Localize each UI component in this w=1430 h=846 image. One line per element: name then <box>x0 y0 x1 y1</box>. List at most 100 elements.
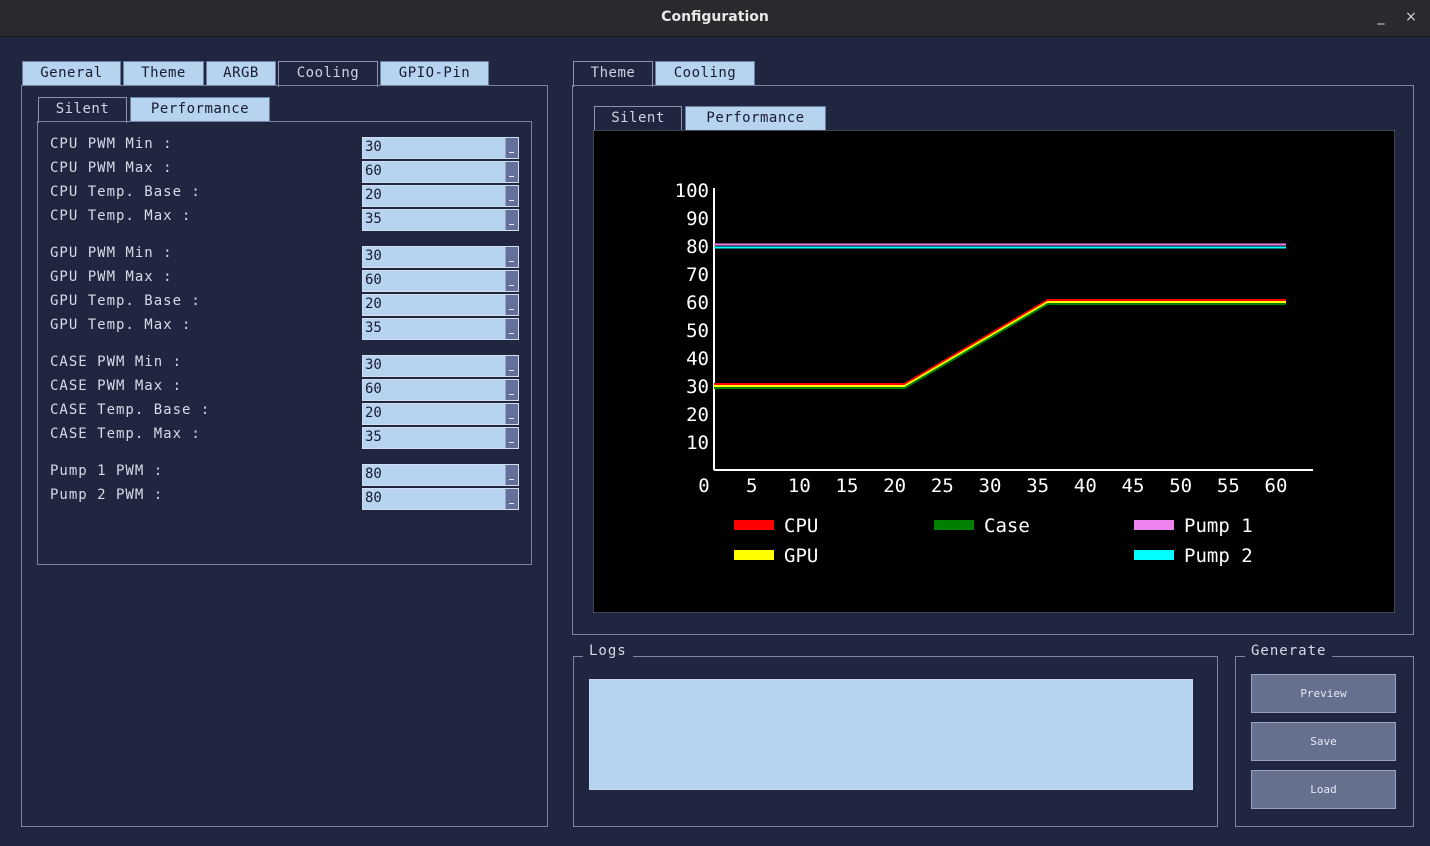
setting-value[interactable]: 60 <box>365 272 382 288</box>
legend-swatch-cpu <box>734 520 774 530</box>
logs-title: Logs <box>583 643 633 659</box>
preview-button[interactable]: Preview <box>1251 674 1396 713</box>
window-title: Configuration <box>661 9 769 25</box>
setting-label: Pump 2 PWM : <box>50 487 164 503</box>
x-tick-label: 5 <box>746 475 757 497</box>
setting-value[interactable]: 20 <box>365 405 382 421</box>
setting-label: GPU PWM Max : <box>50 269 173 285</box>
subtab-performance[interactable]: Performance <box>130 97 270 121</box>
tab-theme-preview[interactable]: Theme <box>573 61 653 87</box>
setting-value[interactable]: 80 <box>365 490 382 506</box>
y-tick-label: 60 <box>686 292 709 314</box>
gpu-pwm-max-spinbox[interactable]: 60 <box>362 270 519 292</box>
logs-textarea[interactable] <box>589 679 1193 790</box>
setting-value[interactable]: 30 <box>365 139 382 155</box>
y-tick-label: 40 <box>686 348 709 370</box>
chevron-down-icon[interactable] <box>505 404 518 424</box>
y-tick-label: 50 <box>686 320 709 342</box>
x-tick-label: 40 <box>1074 475 1097 497</box>
case-pwm-min-spinbox[interactable]: 30 <box>362 355 519 377</box>
tab-gpio-pin[interactable]: GPIO-Pin <box>380 61 489 85</box>
chevron-down-icon[interactable] <box>505 271 518 291</box>
chevron-down-icon[interactable] <box>505 428 518 448</box>
legend-swatch-pump-1 <box>1134 520 1174 530</box>
gpu-temp-base-spinbox[interactable]: 20 <box>362 294 519 316</box>
tab-argb[interactable]: ARGB <box>206 61 276 85</box>
setting-value[interactable]: 35 <box>365 429 382 445</box>
chevron-down-icon[interactable] <box>505 295 518 315</box>
legend-label-gpu: GPU <box>784 545 818 567</box>
subtab-silent[interactable]: Silent <box>38 97 127 123</box>
setting-label: Pump 1 PWM : <box>50 463 164 479</box>
chevron-down-icon[interactable] <box>505 162 518 182</box>
y-tick-label: 20 <box>686 404 709 426</box>
setting-label: CPU PWM Max : <box>50 160 173 176</box>
case-temp-max-spinbox[interactable]: 35 <box>362 427 519 449</box>
subtab-silent-preview[interactable]: Silent <box>594 106 682 132</box>
title-bar: Configuration _ × <box>0 0 1430 37</box>
minimize-icon[interactable]: _ <box>1372 8 1390 26</box>
tab-cooling-preview[interactable]: Cooling <box>655 61 755 85</box>
setting-label: CASE PWM Max : <box>50 378 183 394</box>
x-tick-label: 10 <box>788 475 811 497</box>
chevron-down-icon[interactable] <box>505 138 518 158</box>
chevron-down-icon[interactable] <box>505 465 518 485</box>
tab-general[interactable]: General <box>22 61 121 85</box>
setting-value[interactable]: 60 <box>365 381 382 397</box>
setting-value[interactable]: 30 <box>365 248 382 264</box>
cpu-pwm-min-spinbox[interactable]: 30 <box>362 137 519 159</box>
chevron-down-icon[interactable] <box>505 247 518 267</box>
close-icon[interactable]: × <box>1402 8 1420 26</box>
legend-label-case: Case <box>984 515 1030 537</box>
setting-label: GPU Temp. Max : <box>50 317 192 333</box>
setting-value[interactable]: 35 <box>365 320 382 336</box>
chevron-down-icon[interactable] <box>505 489 518 509</box>
setting-label: GPU PWM Min : <box>50 245 173 261</box>
generate-title: Generate <box>1245 643 1333 659</box>
chevron-down-icon[interactable] <box>505 356 518 376</box>
setting-label: CASE Temp. Base : <box>50 402 211 418</box>
case-pwm-max-spinbox[interactable]: 60 <box>362 379 519 401</box>
setting-label: GPU Temp. Base : <box>50 293 201 309</box>
x-tick-label: 20 <box>883 475 906 497</box>
legend-swatch-pump-2 <box>1134 550 1174 560</box>
setting-value[interactable]: 20 <box>365 296 382 312</box>
legend-swatch-case <box>934 520 974 530</box>
chevron-down-icon[interactable] <box>505 186 518 206</box>
setting-value[interactable]: 60 <box>365 163 382 179</box>
chevron-down-icon[interactable] <box>505 210 518 230</box>
case-temp-base-spinbox[interactable]: 20 <box>362 403 519 425</box>
cpu-temp-max-spinbox[interactable]: 35 <box>362 209 519 231</box>
tab-cooling[interactable]: Cooling <box>278 61 378 87</box>
legend-swatch-gpu <box>734 550 774 560</box>
cpu-pwm-max-spinbox[interactable]: 60 <box>362 161 519 183</box>
x-tick-label: 60 <box>1265 475 1288 497</box>
gpu-pwm-min-spinbox[interactable]: 30 <box>362 246 519 268</box>
x-tick-label: 15 <box>836 475 859 497</box>
x-tick-label: 50 <box>1169 475 1192 497</box>
chevron-down-icon[interactable] <box>505 319 518 339</box>
legend-label-pump-1: Pump 1 <box>1184 515 1253 537</box>
pump-2-pwm-spinbox[interactable]: 80 <box>362 488 519 510</box>
pump-1-pwm-spinbox[interactable]: 80 <box>362 464 519 486</box>
load-button[interactable]: Load <box>1251 770 1396 809</box>
x-tick-label: 25 <box>931 475 954 497</box>
tab-theme[interactable]: Theme <box>123 61 204 85</box>
chevron-down-icon[interactable] <box>505 380 518 400</box>
setting-value[interactable]: 30 <box>365 357 382 373</box>
legend-label-pump-2: Pump 2 <box>1184 545 1253 567</box>
legend-label-cpu: CPU <box>784 515 818 537</box>
subtab-performance-preview[interactable]: Performance <box>685 106 826 130</box>
setting-value[interactable]: 35 <box>365 211 382 227</box>
cpu-temp-base-spinbox[interactable]: 20 <box>362 185 519 207</box>
fan-curve-chart: 10 20 30 40 50 60 70 80 90 100 0 5 10 15 20 25 30 35 40 45 5… <box>593 130 1395 613</box>
x-tick-label: 55 <box>1217 475 1240 497</box>
y-tick-label: 10 <box>686 432 709 454</box>
setting-label: CASE PWM Min : <box>50 354 183 370</box>
setting-label: CPU Temp. Base : <box>50 184 201 200</box>
y-tick-label: 100 <box>675 180 709 202</box>
setting-value[interactable]: 20 <box>365 187 382 203</box>
gpu-temp-max-spinbox[interactable]: 35 <box>362 318 519 340</box>
save-button[interactable]: Save <box>1251 722 1396 761</box>
setting-value[interactable]: 80 <box>365 466 382 482</box>
